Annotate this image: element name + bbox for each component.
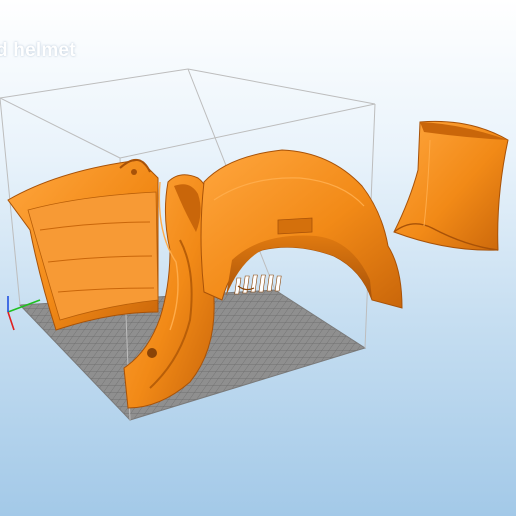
model-title: d helmet: [0, 40, 76, 61]
scene-canvas[interactable]: [0, 0, 516, 516]
3d-viewport[interactable]: d helmet: [0, 0, 516, 516]
neck-piece-part[interactable]: [393, 120, 509, 251]
